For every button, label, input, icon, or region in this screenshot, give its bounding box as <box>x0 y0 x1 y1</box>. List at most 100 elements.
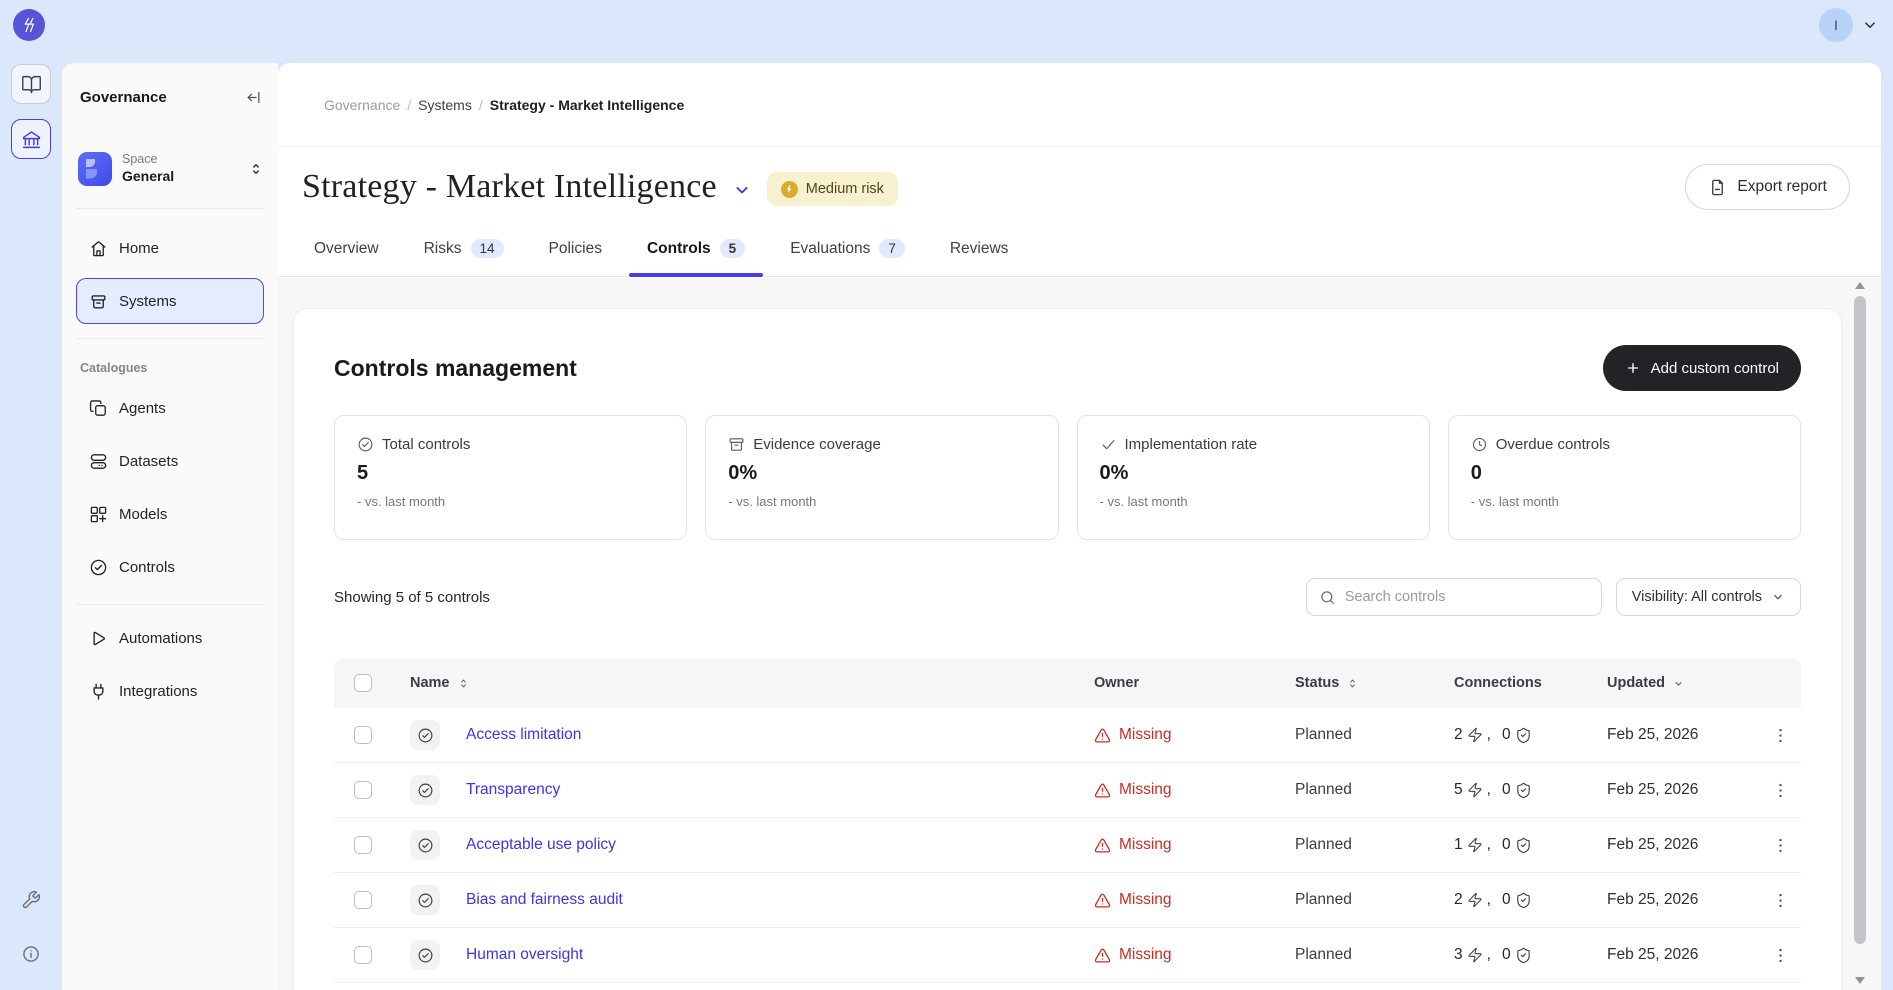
row-checkbox[interactable] <box>354 946 372 964</box>
column-header-status[interactable]: Status <box>1295 675 1454 691</box>
chevron-down-sm-icon <box>1671 676 1686 691</box>
scroll-region: Controls management Add custom control T… <box>278 278 1881 990</box>
row-actions-kebab-icon[interactable] <box>1765 830 1795 860</box>
info-icon <box>21 944 41 964</box>
tab-reviews[interactable]: Reviews <box>950 240 1009 276</box>
control-name-link[interactable]: Human oversight <box>458 946 1094 964</box>
tab-overview[interactable]: Overview <box>314 240 379 276</box>
search-controls-input[interactable] <box>1345 589 1589 605</box>
stat-value: 0% <box>728 462 1035 485</box>
control-name-link[interactable]: Access limitation <box>458 726 1094 744</box>
shield-count: 0 <box>1502 946 1511 964</box>
shield-check-icon <box>1515 947 1532 964</box>
scrollbar-up-arrow[interactable] <box>1855 282 1865 289</box>
add-custom-control-button[interactable]: Add custom control <box>1603 345 1801 391</box>
alert-triangle-icon <box>1094 837 1111 854</box>
visibility-filter-button[interactable]: Visibility: All controls <box>1616 578 1801 616</box>
connections-cell: 5,0 <box>1454 781 1607 799</box>
column-header-updated[interactable]: Updated <box>1607 675 1765 691</box>
zap-count: 2 <box>1454 891 1463 909</box>
scrollbar-down-arrow[interactable] <box>1855 977 1865 984</box>
sidebar-item-controls[interactable]: Controls <box>76 544 264 590</box>
status-cell: Planned <box>1295 891 1454 909</box>
rail-tools-button[interactable] <box>21 890 41 914</box>
connections-cell: 3,0 <box>1454 946 1607 964</box>
column-header-name[interactable]: Name <box>382 675 1094 691</box>
owner-cell: Missing <box>1094 836 1295 854</box>
sidebar-item-label: Integrations <box>119 683 197 700</box>
systems-icon <box>89 292 108 311</box>
row-actions-kebab-icon[interactable] <box>1765 720 1795 750</box>
row-actions-kebab-icon[interactable] <box>1765 940 1795 970</box>
stat-card: Total controls5- vs. last month <box>334 415 687 540</box>
controls-management-card: Controls management Add custom control T… <box>293 308 1842 990</box>
sidebar-item-integrations[interactable]: Integrations <box>76 668 264 714</box>
owner-missing-label: Missing <box>1119 891 1172 909</box>
rail-library-button[interactable] <box>11 64 51 104</box>
title-chevron-down-icon[interactable] <box>732 180 752 200</box>
row-checkbox[interactable] <box>354 891 372 909</box>
vertical-scrollbar <box>1854 282 1866 984</box>
rail-governance-button[interactable] <box>11 119 51 159</box>
sidebar-item-home[interactable]: Home <box>76 225 264 271</box>
tab-controls[interactable]: Controls5 <box>647 239 745 276</box>
connections-cell: 2,0 <box>1454 891 1607 909</box>
sidebar-item-automations[interactable]: Automations <box>76 615 264 661</box>
row-actions-kebab-icon[interactable] <box>1765 885 1795 915</box>
tab-risks[interactable]: Risks14 <box>424 239 504 276</box>
sidebar-item-systems[interactable]: Systems <box>76 278 264 324</box>
sidebar-item-models[interactable]: Models <box>76 491 264 537</box>
row-checkbox[interactable] <box>354 781 372 799</box>
tab-label: Controls <box>647 240 711 258</box>
zap-count: 3 <box>1454 946 1463 964</box>
control-name-link[interactable]: Acceptable use policy <box>458 836 1094 854</box>
check-circle-icon <box>89 558 108 577</box>
stat-card: Evidence coverage0%- vs. last month <box>705 415 1058 540</box>
row-checkbox[interactable] <box>354 726 372 744</box>
bank-icon <box>21 129 42 150</box>
risk-bolt-icon <box>781 181 798 198</box>
control-type-chip <box>410 720 440 750</box>
row-checkbox[interactable] <box>354 836 372 854</box>
home-icon <box>89 239 108 258</box>
space-label: Space <box>122 152 238 168</box>
stat-value: 5 <box>357 462 664 485</box>
space-switcher[interactable]: Space General <box>78 152 264 186</box>
control-name-link[interactable]: Transparency <box>458 781 1094 799</box>
shield-count: 0 <box>1502 891 1511 909</box>
control-name-link[interactable]: Bias and fairness audit <box>458 891 1094 909</box>
avatar[interactable]: I <box>1819 8 1853 42</box>
tab-evaluations[interactable]: Evaluations7 <box>790 239 905 276</box>
sidebar-collapse-icon[interactable] <box>245 89 262 106</box>
sidebar-item-datasets[interactable]: Datasets <box>76 438 264 484</box>
shield-check-icon <box>1515 892 1532 909</box>
account-menu-chevron-down-icon[interactable] <box>1861 16 1879 34</box>
owner-cell: Missing <box>1094 891 1295 909</box>
stat-card: Implementation rate0%- vs. last month <box>1077 415 1430 540</box>
zap-icon <box>1467 892 1483 908</box>
export-report-button[interactable]: Export report <box>1685 164 1850 210</box>
control-type-chip <box>410 940 440 970</box>
column-label: Name <box>410 675 450 691</box>
check-circle-icon <box>357 436 374 453</box>
alert-triangle-icon <box>1094 892 1111 909</box>
select-all-checkbox[interactable] <box>354 674 372 692</box>
status-cell: Planned <box>1295 946 1454 964</box>
owner-missing-label: Missing <box>1119 946 1172 964</box>
sidebar-item-agents[interactable]: Agents <box>76 385 264 431</box>
rail-info-button[interactable] <box>21 944 41 968</box>
owner-missing-label: Missing <box>1119 836 1172 854</box>
plug-icon <box>89 682 108 701</box>
stat-label: Total controls <box>382 436 470 453</box>
models-icon <box>89 505 108 524</box>
breadcrumb-link[interactable]: Governance <box>324 97 400 113</box>
caret-sort-icon <box>1345 676 1360 691</box>
status-cell: Planned <box>1295 726 1454 744</box>
chevron-down-icon <box>1771 590 1785 604</box>
breadcrumb: Governance/Systems/Strategy - Market Int… <box>278 63 1881 147</box>
scrollbar-thumb[interactable] <box>1854 296 1866 944</box>
row-actions-kebab-icon[interactable] <box>1765 775 1795 805</box>
breadcrumb-link[interactable]: Systems <box>418 97 472 113</box>
app-logo[interactable] <box>13 9 45 41</box>
tab-policies[interactable]: Policies <box>549 240 602 276</box>
